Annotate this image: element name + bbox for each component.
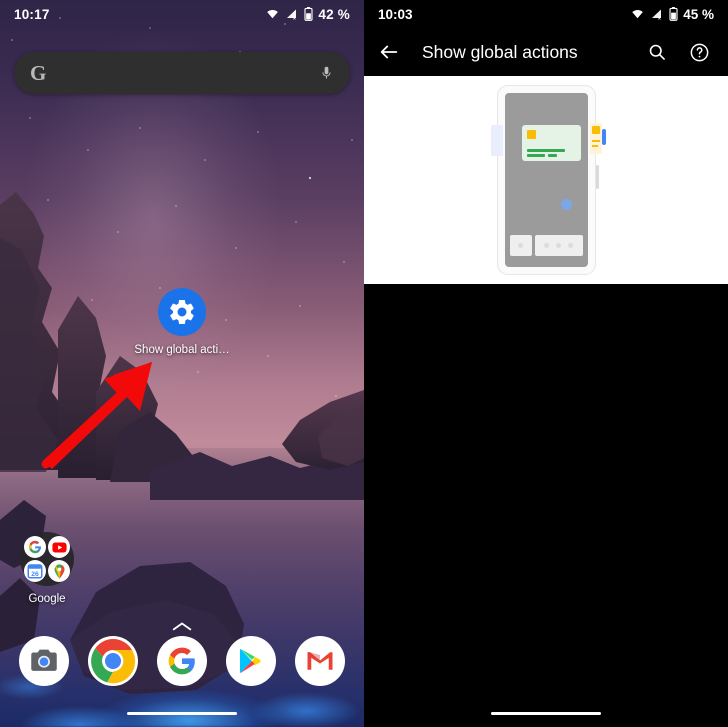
status-icons: x 45 % (630, 7, 714, 22)
camera-icon[interactable] (19, 636, 70, 686)
search-icon[interactable] (647, 42, 667, 62)
folder-icon-grid: 26 (20, 532, 74, 586)
battery-icon (304, 7, 313, 21)
illustration-blue-bar (601, 129, 606, 145)
illustration-device-screen (504, 93, 588, 267)
wifi-icon (267, 10, 279, 19)
chrome-icon[interactable] (88, 636, 139, 686)
svg-text:x: x (658, 15, 661, 20)
svg-text:26: 26 (31, 571, 39, 578)
illustration-right-line-1 (591, 140, 600, 142)
cellular-no-sim-icon: x (652, 9, 662, 20)
status-time: 10:17 (14, 6, 50, 22)
app-bar: Show global actions (364, 28, 728, 76)
left-status-bar: 10:17 x 42 % (0, 0, 364, 28)
gmail-icon[interactable] (294, 636, 345, 686)
left-phone-home-screen: 10:17 x 42 % G Show global acti… 26 Goog… (0, 0, 364, 727)
status-icons: x 42 % (265, 7, 350, 22)
page-title: Show global actions (422, 41, 578, 62)
illustration-touch-dot (560, 199, 572, 210)
illustration-power-button (595, 165, 599, 189)
illustration-card-line-2 (526, 154, 545, 157)
status-time: 10:03 (378, 6, 413, 22)
illustration-dock-dot (556, 243, 561, 248)
folder-label: Google (28, 593, 66, 605)
app-bar-actions (647, 42, 710, 63)
illustration-dock-dot (518, 243, 523, 248)
wifi-icon (632, 10, 643, 19)
google-icon (24, 536, 46, 558)
accessibility-phone-illustration (490, 85, 606, 275)
folder-google[interactable]: 26 Google (18, 532, 76, 605)
gear-icon[interactable] (158, 288, 206, 336)
cellular-no-sim-icon: x (287, 9, 297, 20)
illustration-card-line-1 (526, 149, 565, 152)
arrow-back-icon[interactable] (378, 41, 400, 63)
dock (0, 631, 364, 691)
google-icon[interactable] (156, 636, 207, 686)
battery-icon (669, 7, 678, 21)
google-g-icon: G (30, 60, 47, 85)
help-circle-icon[interactable] (689, 42, 710, 63)
illustration-notification-card (521, 125, 581, 161)
wallpaper (0, 0, 364, 727)
illustration-card-line-3 (547, 154, 557, 157)
right-status-bar: 10:03 x 45 % (364, 0, 728, 28)
home-gesture-pill[interactable] (491, 711, 601, 715)
illustration-right-line-2 (591, 145, 598, 147)
illustration-dock-right (534, 235, 583, 256)
battery-percent: 45 % (683, 6, 714, 22)
illustration-left-tab (490, 125, 503, 156)
illustration-dock-dot (544, 243, 549, 248)
illustration-dock-left (509, 235, 532, 256)
play-store-icon[interactable] (225, 636, 276, 686)
illustration-panel (364, 76, 728, 284)
app-shortcut-label: Show global acti… (134, 344, 230, 356)
right-phone-settings-screen: 10:03 x 45 % Show global actions (364, 0, 728, 727)
illustration-card-square (526, 130, 536, 139)
app-shortcut-show-global-actions[interactable]: Show global acti… (134, 288, 230, 356)
youtube-icon (48, 536, 70, 558)
calendar-icon: 26 (24, 560, 46, 582)
illustration-dock-dot (568, 243, 573, 248)
microphone-icon[interactable] (319, 62, 334, 84)
gear-glyph-icon (170, 299, 194, 325)
illustration-right-square (591, 126, 600, 134)
wallpaper-rocks (0, 192, 364, 694)
battery-percent: 42 % (318, 6, 350, 22)
dual-screenshot-composite: 10:17 x 42 % G Show global acti… 26 Goog… (0, 0, 728, 727)
maps-icon (48, 560, 70, 582)
illustration-right-tab (589, 123, 602, 154)
svg-text:x: x (293, 15, 296, 20)
google-search-widget[interactable]: G (14, 52, 350, 94)
home-gesture-pill[interactable] (127, 711, 237, 715)
